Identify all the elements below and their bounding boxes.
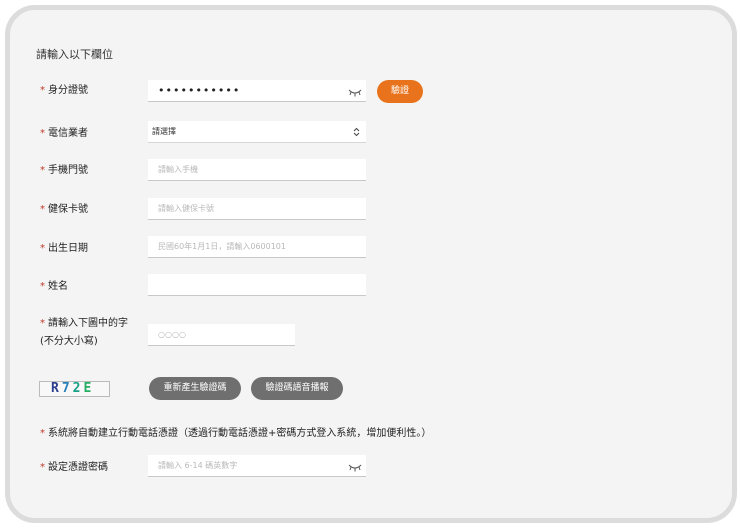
required-star: * [40, 85, 45, 96]
captcha-image: R72E [39, 381, 110, 397]
verify-button[interactable]: 驗證 [377, 80, 423, 103]
carrier-label: * 電信業者 [40, 128, 88, 139]
birthdate-label: * 出生日期 [40, 243, 88, 254]
certificate-note: * 系統將自動建立行動電話憑證（透過行動電話憑證+密碼方式登入系統，增加便利性。） [40, 428, 432, 439]
captcha-label: * 請輸入下圖中的字 [40, 318, 128, 329]
phone-label: * 手機門號 [40, 165, 88, 176]
form-heading: 請輸入以下欄位 [36, 48, 113, 61]
id-number-label: * 身分證號 [40, 85, 88, 96]
name-field[interactable] [148, 274, 366, 296]
password-field[interactable] [148, 455, 366, 477]
id-number-field[interactable] [148, 80, 366, 102]
regenerate-captcha-button[interactable]: 重新產生驗證碼 [149, 377, 241, 400]
captcha-field[interactable] [148, 324, 295, 346]
birthdate-field[interactable] [148, 236, 366, 258]
eye-closed-icon[interactable] [348, 87, 362, 97]
form-frame: 請輸入以下欄位 *身分證號 驗證 *電信業者 請選擇 [5, 5, 737, 523]
eye-closed-icon[interactable] [348, 462, 362, 472]
health-card-field[interactable] [148, 198, 366, 220]
health-card-label: * 健保卡號 [40, 204, 88, 215]
carrier-selected-value: 請選擇 [152, 127, 176, 136]
captcha-voice-button[interactable]: 驗證碼語音播報 [251, 377, 343, 400]
chevron-up-down-icon [353, 121, 360, 146]
captcha-case-note: (不分大小寫) [40, 336, 98, 347]
carrier-select[interactable]: 請選擇 [148, 121, 366, 143]
phone-field[interactable] [148, 159, 366, 181]
password-label: * 設定憑證密碼 [40, 462, 108, 473]
name-label: * 姓名 [40, 281, 68, 292]
